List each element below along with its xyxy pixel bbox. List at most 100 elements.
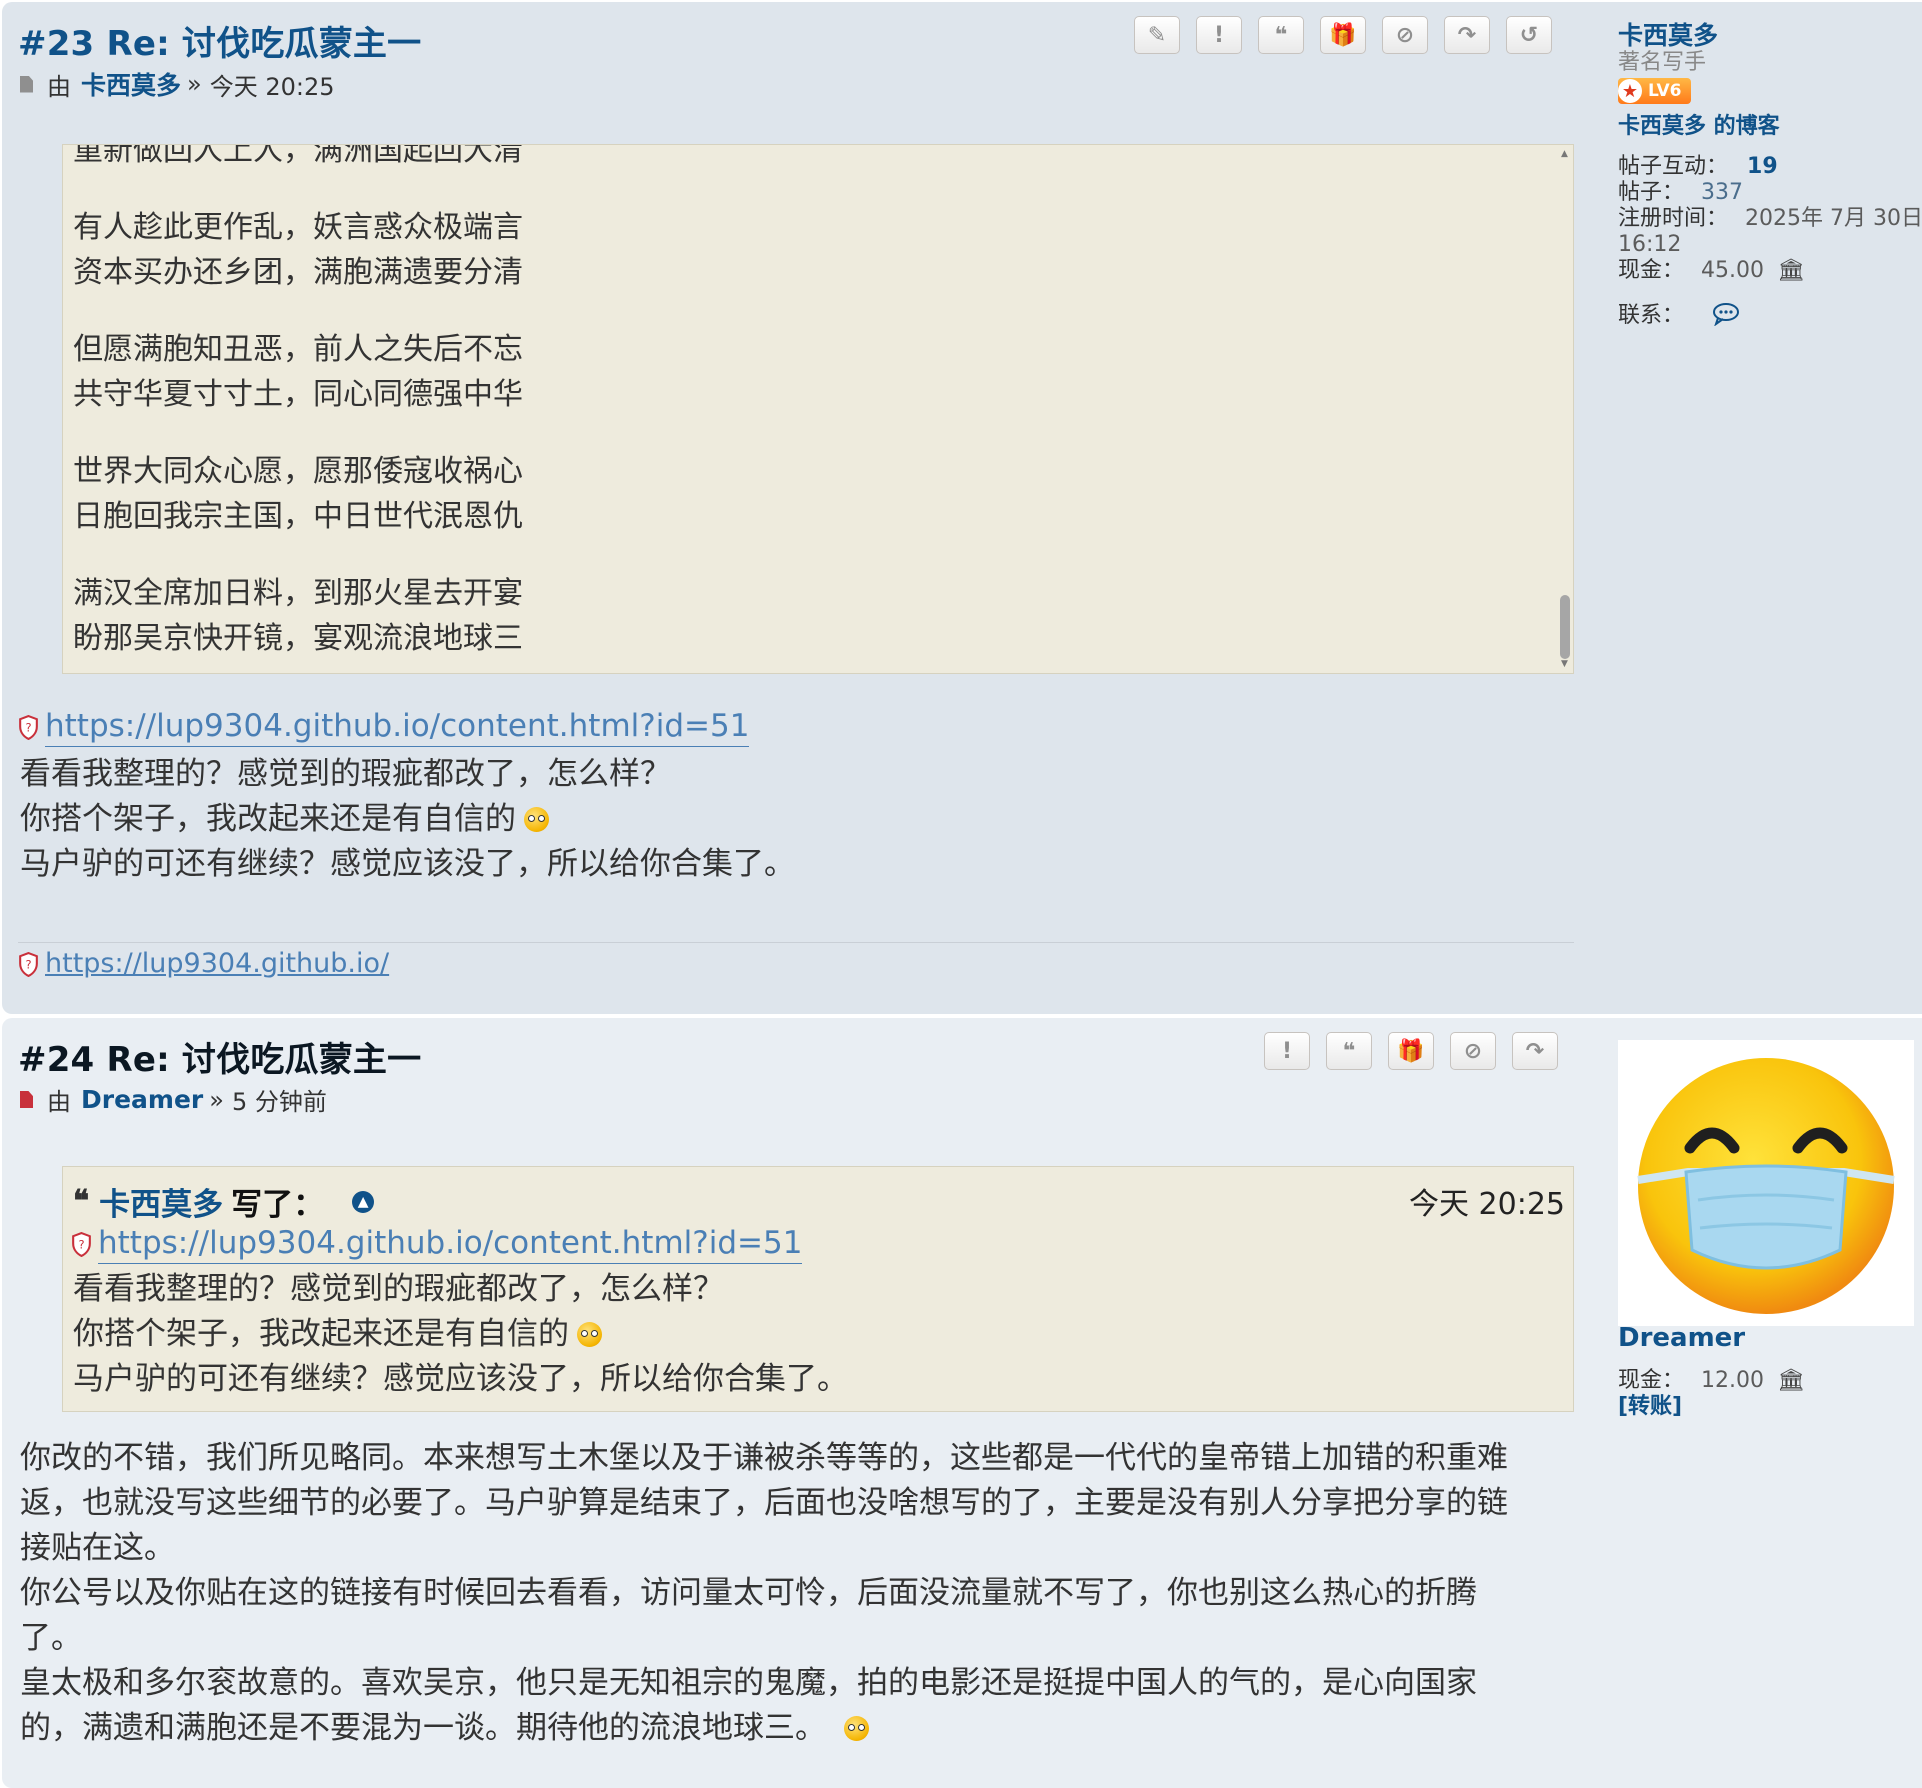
profile-cash: 现金： 45.00 🏛: [1618, 258, 1805, 283]
profile-posts: 帖子： 337: [1618, 180, 1744, 205]
gift-button[interactable]: 🎁: [1320, 16, 1366, 54]
transfer-link[interactable]: [转账]: [1618, 1394, 1805, 1420]
by-label: 由: [47, 1088, 71, 1116]
poem-line: 共守华夏寸寸土，同心同德强中华: [73, 377, 523, 412]
quote-time: 今天 20:25: [1409, 1187, 1565, 1222]
poem-line: 有人趁此更作乱，妖言惑众极端言: [73, 210, 523, 245]
post-title[interactable]: #24 Re: 讨伐吃瓜蒙主一: [18, 1032, 421, 1081]
post-meta: 由 Dreamer » 5 分钟前: [20, 1082, 327, 1117]
code-scrollbar[interactable]: ▲ ▼: [1559, 149, 1571, 669]
quote-link[interactable]: ? https://lup9304.github.io/content.html…: [71, 1225, 803, 1264]
content-link-text[interactable]: https://lup9304.github.io/content.html?i…: [45, 708, 750, 747]
gift-icon: 🎁: [1329, 22, 1357, 48]
scroll-up-arrow-icon[interactable]: ▲: [1561, 149, 1568, 159]
content-link[interactable]: ? https://lup9304.github.io/content.html…: [18, 708, 750, 747]
profile-interact: 帖子互动： 19: [1618, 154, 1778, 179]
body-line: 马户驴的可还有继续？感觉应该没了，所以给你合集了。: [20, 846, 795, 882]
ban-button[interactable]: ⊘: [1450, 1032, 1496, 1070]
signature-link-text[interactable]: https://lup9304.github.io/: [45, 948, 389, 981]
signature-divider: [18, 942, 1574, 943]
quote-body: 看看我整理的？感觉到的瑕疵都改了，怎么样？ 你搭个架子，我改起来还是有自信的 马…: [73, 1267, 848, 1402]
poem-line: 日胞回我宗主国，中日世代泯恩仇: [73, 499, 523, 534]
share-button[interactable]: ↷: [1512, 1032, 1558, 1070]
smiley-icon: [844, 1716, 869, 1741]
body-line: 你改的不错，我们所见略同。本来想写土木堡以及于谦被杀等等的，这些都是一代代的皇帝…: [20, 1440, 1508, 1476]
body-line: 看看我整理的？感觉到的瑕疵都改了，怎么样？: [20, 756, 671, 792]
code-block[interactable]: 重新做回人上人，满洲国起回大清有人趁此更作乱，妖言惑众极端言 资本买办还乡团，满胞…: [62, 144, 1574, 674]
poem-stanza: 重新做回人上人，满洲国起回大清: [73, 144, 523, 173]
post-time: 今天 20:25: [209, 72, 335, 101]
quote-icon: ❝: [1274, 22, 1288, 48]
pencil-icon: ✎: [1147, 22, 1167, 48]
meta-separator: »: [187, 70, 202, 98]
svg-text:?: ?: [25, 958, 31, 972]
by-label: 由: [47, 72, 71, 101]
post-24: #24 Re: 讨伐吃瓜蒙主一 由 Dreamer » 5 分钟前 ! ❝ 🎁 ⊘ ↷ …: [2, 1018, 1922, 1788]
body-line: 的，满遗和满胞还是不要混为一谈。期待他的流浪地球三。: [20, 1706, 1508, 1751]
quote-wrote: 写了：: [231, 1187, 325, 1223]
post-actions: ✎! ❝ 🎁 ⊘ ↷ ↺: [1134, 16, 1552, 54]
history-button[interactable]: ↺: [1506, 16, 1552, 54]
gift-button[interactable]: 🎁: [1388, 1032, 1434, 1070]
share-button[interactable]: ↷: [1444, 16, 1490, 54]
post-body: 你改的不错，我们所见略同。本来想写土木堡以及于谦被杀等等的，这些都是一代代的皇帝…: [20, 1436, 1508, 1751]
report-button[interactable]: !: [1196, 16, 1242, 54]
profile-name[interactable]: 卡西莫多: [1618, 22, 1922, 50]
level-badge: ★ LV6: [1618, 78, 1692, 104]
quote-line: 看看我整理的？感觉到的瑕疵都改了，怎么样？: [73, 1271, 724, 1307]
post-body: 看看我整理的？感觉到的瑕疵都改了，怎么样？ 你搭个架子，我改起来还是有自信的 马…: [20, 752, 795, 887]
profile-rank: 著名写手: [1618, 50, 1707, 75]
poem-stanza: 世界大同众心愿，愿那倭寇收祸心 日胞回我宗主国，中日世代泯恩仇: [73, 449, 523, 539]
post-title[interactable]: #23 Re: 讨伐吃瓜蒙主一: [18, 16, 421, 65]
quote-button[interactable]: ❝: [1258, 16, 1304, 54]
author-profile: 卡西莫多 著名写手 ★ LV6 卡西莫多 的博客 帖子互动： 19 帖子： 33…: [1618, 22, 1922, 329]
report-button[interactable]: !: [1264, 1032, 1310, 1070]
chat-bubble-icon[interactable]: [1711, 302, 1741, 327]
bank-icon: 🏛: [1777, 1368, 1805, 1393]
share-icon: ↷: [1457, 22, 1477, 48]
svg-text:?: ?: [78, 1238, 84, 1252]
ban-button[interactable]: ⊘: [1382, 16, 1428, 54]
post-author[interactable]: 卡西莫多: [81, 66, 181, 102]
quote-button[interactable]: ❝: [1326, 1032, 1372, 1070]
smiley-icon: [577, 1322, 602, 1347]
body-line: 接贴在这。: [20, 1530, 175, 1566]
post-author[interactable]: Dreamer: [81, 1085, 203, 1114]
quote-link-text[interactable]: https://lup9304.github.io/content.html?i…: [98, 1225, 803, 1264]
post-time: 5 分钟前: [231, 1088, 327, 1116]
meta-separator: »: [209, 1085, 224, 1114]
smiley-icon: [524, 807, 549, 832]
quote-author[interactable]: 卡西莫多: [99, 1179, 223, 1224]
post-doc-icon[interactable]: [20, 75, 33, 93]
shield-icon: ?: [19, 952, 38, 977]
scroll-down-arrow-icon[interactable]: ▼: [1561, 659, 1568, 669]
profile-joined: 注册时间： 2025年 7月 30日: [1618, 206, 1922, 231]
author-profile: Dreamer 现金： 12.00 🏛 [转账]: [1618, 1324, 1805, 1420]
arrow-up-circle-icon[interactable]: ▲: [352, 1190, 375, 1213]
post-unread-icon[interactable]: [20, 1091, 33, 1108]
quote-line: 马户驴的可还有继续？感觉应该没了，所以给你合集了。: [73, 1361, 848, 1397]
poem-line: 但愿满胞知丑恶，前人之失后不忘: [73, 332, 523, 367]
quote-block: ❝ 卡西莫多 写了： ▲ 今天 20:25 ? https://lup9304.…: [62, 1166, 1574, 1412]
poem-stanza: 但愿满胞知丑恶，前人之失后不忘 共守华夏寸寸土，同心同德强中华: [73, 327, 523, 417]
profile-joined-time: 16:12: [1618, 232, 1682, 257]
profile-name[interactable]: Dreamer: [1618, 1324, 1805, 1352]
edit-button[interactable]: ✎: [1134, 16, 1180, 54]
shield-icon: ?: [72, 1232, 91, 1257]
share-icon: ↷: [1525, 1038, 1545, 1064]
body-line: 了。: [20, 1620, 82, 1656]
exclamation-icon: !: [1281, 1038, 1293, 1064]
poem-line: 重新做回人上人，满洲国起回大清: [73, 144, 523, 168]
poem-stanza: 有人趁此更作乱，妖言惑众极端言 资本买办还乡团，满胞满遗要分清: [73, 205, 523, 295]
avatar[interactable]: [1618, 1040, 1914, 1326]
poem-line: 世界大同众心愿，愿那倭寇收祸心: [73, 454, 523, 489]
poem-line: 盼那吴京快开镜，宴观流浪地球三: [73, 621, 523, 656]
blog-link[interactable]: 卡西莫多 的博客: [1618, 108, 1922, 140]
post-23: #23 Re: 讨伐吃瓜蒙主一 由 卡西莫多 » 今天 20:25 ✎! ❝ 🎁 ⊘ ↷…: [2, 2, 1922, 1014]
post-meta: 由 卡西莫多 » 今天 20:25: [20, 66, 335, 102]
quote-line: 你搭个架子，我改起来还是有自信的: [73, 1312, 848, 1357]
scroll-thumb[interactable]: [1560, 595, 1570, 659]
poem-line: 资本买办还乡团，满胞满遗要分清: [73, 255, 523, 290]
signature-link[interactable]: ? https://lup9304.github.io/: [18, 948, 389, 981]
body-line: 返，也就没写这些细节的必要了。马户驴算是结束了，后面也没啥想写的了，主要是没有别…: [20, 1485, 1508, 1521]
